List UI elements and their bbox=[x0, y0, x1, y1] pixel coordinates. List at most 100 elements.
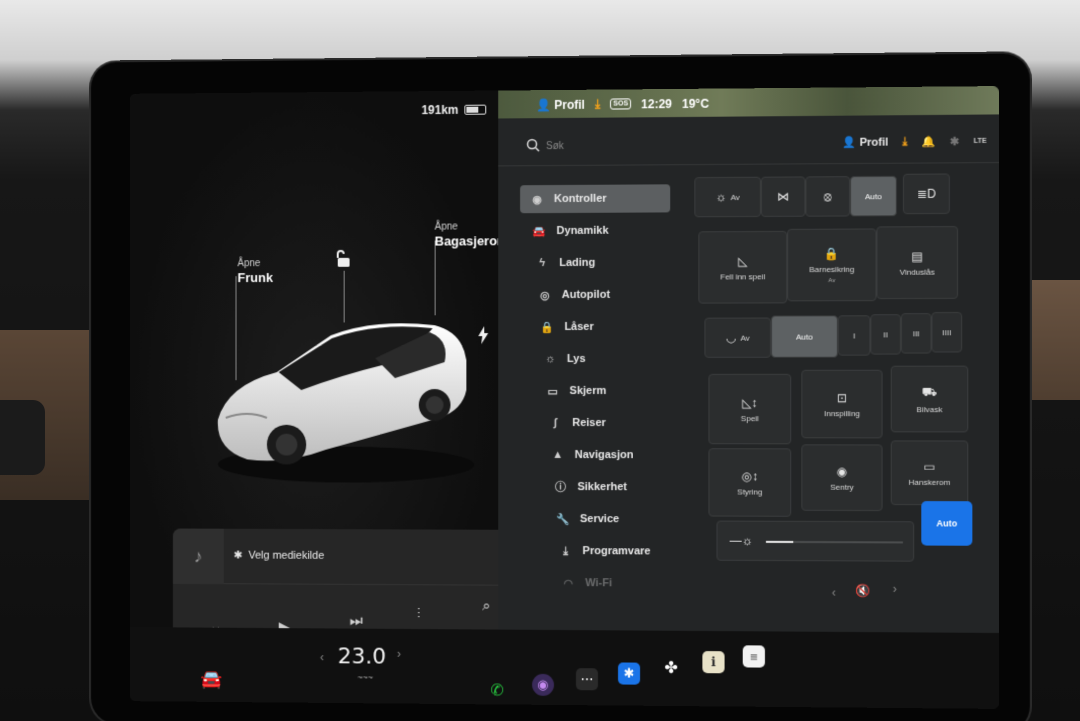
recording-label: Innspilling bbox=[823, 408, 860, 418]
temp-down-chevron-icon[interactable]: ‹ bbox=[320, 650, 324, 664]
mirror-fold-button[interactable]: ◺ Fell inn speil bbox=[698, 230, 788, 304]
fan-icon[interactable]: ✤ bbox=[660, 657, 682, 679]
glovebox-button[interactable]: ▭ Hanskerom bbox=[890, 440, 969, 506]
wipers-off-button[interactable]: ◡ Av bbox=[704, 317, 772, 358]
profile-button[interactable]: 👤 Profil bbox=[843, 136, 889, 149]
menu-item-skjerm[interactable]: ▭ Skjerm bbox=[536, 377, 671, 405]
menu-item-label: Programvare bbox=[582, 545, 651, 558]
child-lock-button[interactable]: 🔒 Barnesikring Av bbox=[787, 228, 877, 302]
menu-item-label: Skjerm bbox=[569, 384, 607, 397]
glovebox-label: Hanskerom bbox=[908, 477, 951, 487]
wiper-speed-4-button[interactable]: IIII bbox=[931, 312, 963, 353]
menu-item-label: Autopilot bbox=[561, 288, 611, 301]
wipers-auto-button[interactable]: Auto bbox=[771, 315, 838, 358]
next-track-icon[interactable]: ⏭ bbox=[350, 613, 363, 630]
volume-down-chevron-icon[interactable]: ‹ bbox=[832, 585, 836, 599]
settings-menu: ◉ Kontroller 🚘 Dynamikk ϟ Lading ◎ Autopilot 🔒 Lå… bbox=[520, 184, 671, 601]
steering-wheel-icon: ◎ bbox=[540, 289, 550, 302]
sentry-button[interactable]: ◉ Sentry bbox=[801, 444, 883, 512]
lights-off-label: Av bbox=[730, 192, 740, 202]
mirrors-button[interactable]: ◺↕ Speil bbox=[708, 373, 792, 445]
camera-icon[interactable]: ◉ bbox=[532, 673, 555, 696]
temp-up-chevron-icon[interactable]: › bbox=[397, 647, 401, 661]
profile-status[interactable]: 👤 Profil bbox=[536, 97, 585, 111]
settings-search-input[interactable] bbox=[546, 134, 727, 157]
volume-up-chevron-icon[interactable]: › bbox=[893, 582, 897, 596]
software-update-icon[interactable]: ⤓ bbox=[902, 135, 907, 148]
mirror-fold-label: Fell inn speil bbox=[720, 271, 766, 281]
bluetooth-icon: ✱ bbox=[233, 549, 243, 562]
sun-icon: ☼ bbox=[715, 189, 727, 205]
mirrors-label: Speil bbox=[740, 413, 759, 423]
steering-button[interactable]: ◎↕ Styring bbox=[708, 448, 792, 517]
window-lock-icon: ▤ bbox=[911, 248, 923, 264]
recording-button[interactable]: ⊡ Innspilling bbox=[801, 369, 883, 439]
car-icon: 🚘 bbox=[532, 225, 547, 238]
charge-port-icon[interactable] bbox=[476, 326, 490, 345]
lights-auto-button[interactable]: Auto bbox=[850, 175, 897, 217]
sentry-eye-icon: ◉ bbox=[836, 464, 848, 479]
volume-mute-icon[interactable]: 🔇 bbox=[855, 584, 870, 598]
lte-signal-icon: LTE bbox=[973, 137, 987, 145]
status-bar: 👤 Profil ⤓ SOS 12:29 19°C bbox=[536, 96, 709, 113]
menu-item-label: Lading bbox=[559, 256, 596, 269]
menu-item-reiser[interactable]: ∫ Reiser bbox=[538, 409, 670, 437]
high-beam-button[interactable]: ≣D bbox=[902, 173, 950, 215]
wiper-speed-1-label: I bbox=[852, 330, 856, 341]
window-lock-button[interactable]: ▤ Vinduslås bbox=[876, 226, 959, 300]
wiper-speed-2-button[interactable]: II bbox=[870, 314, 901, 355]
range-indicator: 191km bbox=[421, 103, 487, 117]
toggle-icon: ◉ bbox=[532, 193, 542, 206]
menu-item-l-ser[interactable]: 🔒 Låser bbox=[530, 313, 670, 341]
equalizer-icon[interactable]: ⫶ bbox=[417, 605, 421, 622]
low-beam-button[interactable]: ⦻ bbox=[805, 176, 851, 217]
settings-header: 👤 Profil ⤓ 🔔 ✱ LTE bbox=[498, 122, 999, 167]
manual-icon[interactable]: ℹ bbox=[702, 651, 725, 674]
profile-status-label: Profil bbox=[554, 97, 585, 112]
outside-temperature: 19°C bbox=[682, 96, 710, 111]
menu-item-wi-fi[interactable]: ◠ Wi-Fi bbox=[551, 569, 670, 598]
phone-icon[interactable]: ✆ bbox=[486, 679, 508, 701]
menu-item-programvare[interactable]: ⤓ Programvare bbox=[549, 537, 671, 566]
menu-item-lading[interactable]: ϟ Lading bbox=[525, 249, 670, 278]
battery-icon bbox=[464, 104, 487, 115]
notification-bell-icon[interactable]: 🔔 bbox=[922, 135, 936, 148]
brightness-auto-label: Auto bbox=[936, 518, 958, 529]
map-background: 👤 Profil ⤓ SOS 12:29 19°C bbox=[498, 86, 999, 119]
parking-lights-button[interactable]: ⋈ bbox=[760, 176, 806, 217]
menu-item-autopilot[interactable]: ◎ Autopilot bbox=[528, 281, 670, 309]
profile-label: Profil bbox=[859, 136, 889, 149]
menu-item-sikkerhet[interactable]: ⓘ Sikkerhet bbox=[543, 473, 670, 501]
media-source-selector[interactable]: ✱ Velg mediekilde bbox=[234, 549, 325, 562]
wiper-speed-3-button[interactable]: III bbox=[900, 313, 932, 354]
menu-item-service[interactable]: 🔧 Service bbox=[546, 505, 670, 533]
wiper-speed-4-label: IIII bbox=[942, 327, 952, 337]
menu-item-dynamikk[interactable]: 🚘 Dynamikk bbox=[523, 216, 671, 245]
menu-item-navigasjon[interactable]: ▲ Navigasjon bbox=[541, 441, 670, 469]
frunk-button[interactable]: Åpne Frunk bbox=[237, 257, 272, 285]
menu-item-label: Navigasjon bbox=[574, 449, 634, 462]
climate-icon[interactable]: ~~~ bbox=[357, 672, 373, 682]
wiper-speed-2-label: II bbox=[883, 329, 888, 339]
navigation-icon: ▲ bbox=[552, 448, 564, 462]
notes-icon[interactable]: ≡ bbox=[742, 645, 765, 668]
brightness-auto-button[interactable]: Auto bbox=[921, 501, 973, 546]
car-wash-button[interactable]: ⛟ Bilvask bbox=[890, 365, 969, 433]
sos-badge[interactable]: SOS bbox=[610, 98, 632, 110]
air-vent bbox=[0, 400, 45, 475]
menu-item-kontroller[interactable]: ◉ Kontroller bbox=[520, 184, 671, 214]
cabin-temperature[interactable]: 23.0 bbox=[338, 644, 386, 669]
menu-item-label: Sikkerhet bbox=[577, 481, 627, 494]
unlock-icon[interactable] bbox=[334, 249, 354, 269]
lights-off-button[interactable]: ☼ Av bbox=[694, 176, 761, 218]
more-apps-icon[interactable]: ⋯ bbox=[575, 668, 598, 691]
car-icon[interactable]: 🚘 bbox=[200, 669, 222, 690]
frunk-action: Åpne bbox=[237, 258, 261, 270]
wiper-speed-1-button[interactable]: I bbox=[837, 315, 871, 356]
lights-auto-label: Auto bbox=[865, 191, 882, 201]
menu-item-lys[interactable]: ☼ Lys bbox=[533, 345, 670, 373]
brightness-slider[interactable]: —☼ bbox=[716, 520, 915, 562]
bluetooth-app-icon[interactable]: ✱ bbox=[618, 662, 641, 685]
search-media-icon[interactable]: ⌕ bbox=[482, 598, 490, 615]
menu-item-label: Wi-Fi bbox=[585, 577, 612, 590]
